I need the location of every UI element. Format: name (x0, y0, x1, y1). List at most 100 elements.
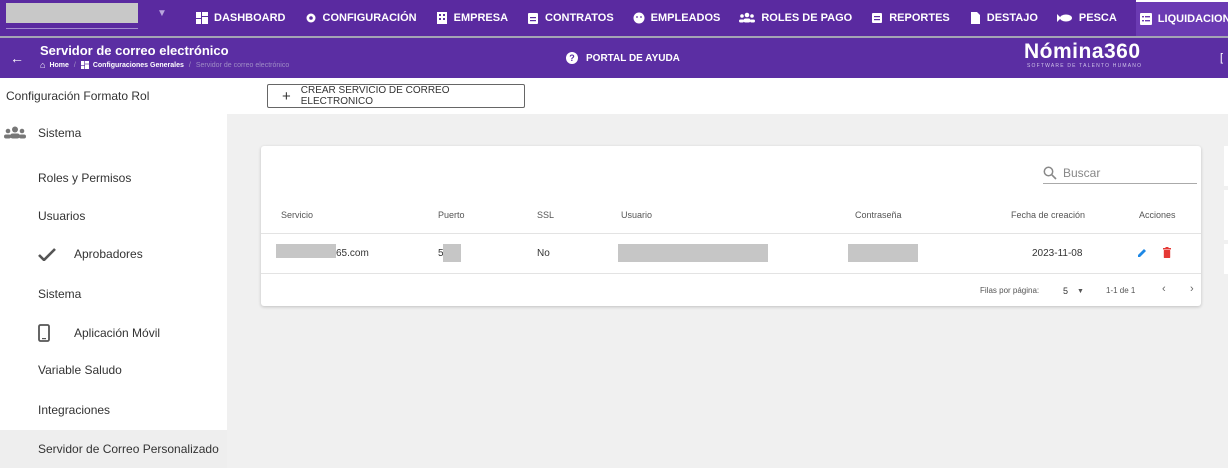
sidebar-item-label: Integraciones (38, 403, 111, 417)
sidebar-item-label: Aplicación Móvil (74, 326, 161, 340)
column-header-fecha[interactable]: Fecha de creación (1011, 210, 1085, 220)
people-icon (4, 126, 26, 139)
column-header-puerto[interactable]: Puerto (438, 210, 465, 220)
plus-icon: + (282, 87, 291, 105)
column-header-acciones: Acciones (1139, 210, 1176, 220)
sidebar-item-label: Servidor de Correo Personalizado (38, 442, 219, 456)
help-label: PORTAL DE AYUDA (586, 52, 680, 64)
help-portal-link[interactable]: ? PORTAL DE AYUDA (566, 52, 680, 64)
sidebar-item-servidor-correo[interactable]: Servidor de Correo Personalizado (0, 430, 227, 468)
nav-roles-de-pago[interactable]: ROLES DE PAGO (739, 12, 852, 24)
sidebar-item-sistema-group[interactable]: Sistema (0, 122, 227, 144)
clipboard-icon (528, 13, 539, 24)
check-icon (38, 248, 56, 261)
rows-per-page-label: Filas por página: (980, 286, 1040, 295)
breadcrumb-separator: / (188, 61, 191, 69)
cell-ssl: No (537, 248, 550, 259)
breadcrumb-separator: / (73, 61, 76, 69)
column-header-servicio[interactable]: Servicio (281, 210, 313, 220)
sidebar-item-label: Usuarios (38, 209, 86, 223)
top-navbar: ▼ DASHBOARD CONFIGURACIÓN EMPRESA CONTRA… (0, 0, 1228, 36)
sidebar-item-configuracion-formato-rol[interactable]: Configuración Formato Rol (0, 86, 227, 106)
chevron-left-icon[interactable]: ‹ (1162, 283, 1166, 295)
rows-per-page-select[interactable]: 5 (1063, 286, 1068, 296)
nav-label: ROLES DE PAGO (761, 12, 853, 24)
nav-label: EMPRESA (453, 12, 509, 24)
nav-configuracion[interactable]: CONFIGURACIÓN (305, 12, 417, 24)
right-panel-fragment (1224, 146, 1228, 186)
sidebar-item-label: Sistema (38, 287, 82, 301)
search-placeholder: Buscar (1063, 165, 1101, 180)
column-header-usuario[interactable]: Usuario (621, 210, 652, 220)
chevron-down-icon[interactable]: ▼ (1077, 288, 1084, 295)
nav-label: DASHBOARD (214, 12, 286, 24)
back-arrow-icon[interactable]: ← (10, 50, 24, 66)
search-icon (1043, 166, 1057, 180)
right-panel-fragment (1224, 244, 1228, 274)
redacted-servicio (276, 244, 336, 258)
home-icon: ⌂ (40, 60, 46, 70)
sidebar-item-label: Variable Saludo (38, 363, 122, 377)
column-header-ssl[interactable]: SSL (537, 210, 554, 220)
row-divider (261, 273, 1201, 274)
gear-icon (306, 13, 315, 23)
breadcrumb-home[interactable]: Home (49, 62, 68, 69)
nav-empleados[interactable]: EMPLEADOS (633, 12, 721, 24)
header-divider (261, 233, 1201, 234)
create-button-label: CREAR SERVICIO DE CORREO ELECTRONICO (300, 85, 450, 107)
redacted-puerto (443, 244, 461, 262)
phone-icon (38, 324, 50, 342)
logo-tagline: SOFTWARE DE TALENTO HUMANO (1027, 63, 1143, 69)
people-icon (739, 12, 756, 23)
sidebar-item-label: Aprobadores (74, 247, 143, 261)
nav-label: PESCA (1078, 12, 1117, 24)
company-selector[interactable] (6, 3, 138, 23)
edit-icon[interactable] (1138, 248, 1147, 257)
create-mail-service-button[interactable]: + CREAR SERVICIO DE CORREO ELECTRONICO (267, 84, 525, 108)
search-input[interactable]: Buscar (1043, 162, 1197, 184)
help-icon: ? (566, 52, 578, 64)
sidebar-item-integraciones[interactable]: Integraciones (0, 400, 227, 420)
nav-label: EMPLEADOS (650, 12, 721, 24)
nav-label: LIQUIDACIONES (1157, 13, 1228, 25)
list-icon (1139, 13, 1152, 25)
cell-servicio: 65.com (336, 248, 369, 259)
delete-icon[interactable] (1163, 247, 1171, 258)
sidebar-item-variable-saludo[interactable]: Variable Saludo (0, 360, 227, 380)
page-title: Servidor de correo electrónico (40, 43, 229, 58)
breadcrumb: ⌂ Home / Configuraciones Generales / Ser… (40, 60, 289, 70)
face-icon (633, 12, 645, 24)
breadcrumb-configuraciones[interactable]: Configuraciones Generales (93, 62, 184, 69)
sidebar-item-aplicacion-movil[interactable]: Aplicación Móvil (0, 322, 227, 344)
nav-label: CONTRATOS (545, 12, 614, 24)
sidebar-item-roles-permisos[interactable]: Roles y Permisos (0, 168, 227, 188)
nav-destajo[interactable]: DESTAJO (969, 12, 1038, 24)
nav-dashboard[interactable]: DASHBOARD (196, 12, 286, 24)
sidebar-item-label: Roles y Permisos (38, 171, 132, 185)
building-icon (436, 12, 447, 24)
company-selector-underline (6, 28, 138, 29)
nav-label: CONFIGURACIÓN (322, 12, 417, 24)
report-icon (872, 13, 883, 23)
nav-pesca[interactable]: PESCA (1056, 12, 1117, 24)
sidebar-item-usuarios[interactable]: Usuarios (0, 206, 227, 226)
nav-reportes[interactable]: REPORTES (871, 12, 950, 24)
nav-contratos[interactable]: CONTRATOS (527, 12, 614, 24)
chevron-right-icon[interactable]: › (1190, 283, 1194, 295)
cell-fecha: 2023-11-08 (1032, 248, 1083, 259)
sidebar-item-sistema[interactable]: Sistema (0, 284, 227, 304)
sidebar-item-label: Configuración Formato Rol (6, 89, 150, 103)
sidebar: Configuración Formato Rol Sistema Roles … (0, 78, 227, 468)
pagination-range: 1-1 de 1 (1106, 286, 1136, 295)
nav-label: DESTAJO (986, 12, 1038, 24)
redacted-usuario (618, 244, 768, 262)
column-header-contrasena[interactable]: Contraseña (855, 210, 902, 220)
chevron-down-icon[interactable]: ▼ (157, 8, 167, 19)
edge-fragment: [ (1220, 52, 1224, 64)
logo: Nómina360 (1024, 40, 1141, 63)
sidebar-item-aprobadores[interactable]: Aprobadores (0, 244, 227, 264)
nav-liquidaciones[interactable]: LIQUIDACIONES (1135, 0, 1228, 36)
breadcrumb-current: Servidor de correo electrónico (195, 61, 290, 69)
document-icon (970, 12, 980, 24)
nav-empresa[interactable]: EMPRESA (436, 12, 508, 24)
